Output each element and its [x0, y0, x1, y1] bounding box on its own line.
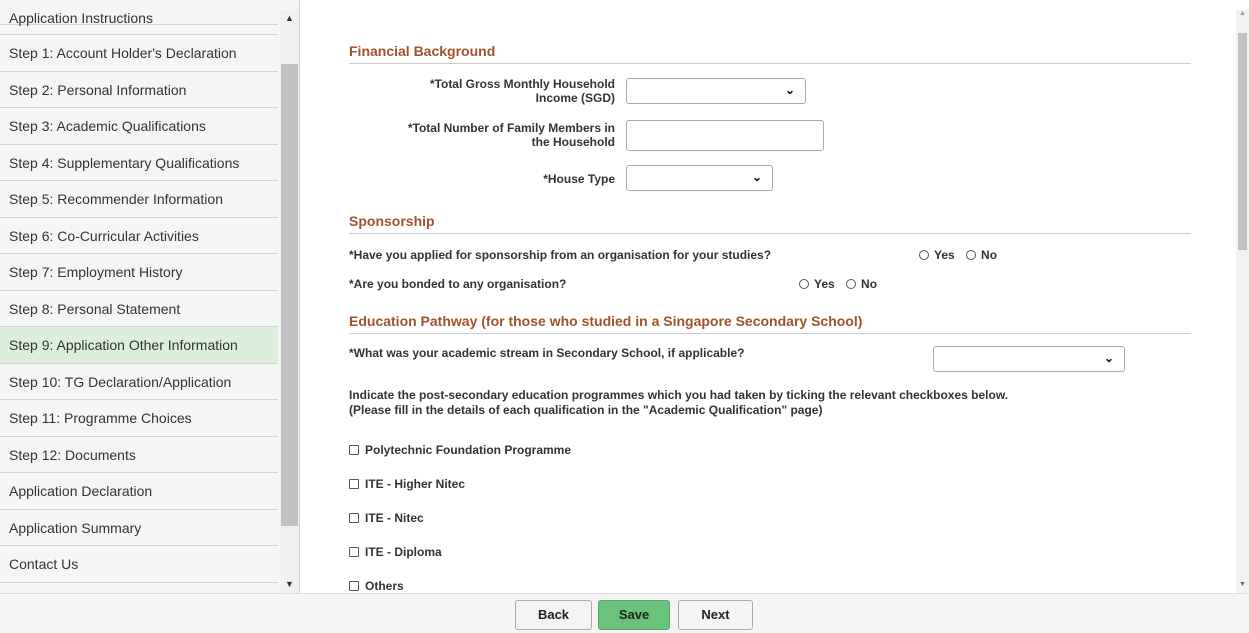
- chevron-down-icon: ⌄: [751, 170, 762, 184]
- bonded-no-radio[interactable]: [846, 279, 857, 289]
- family-members-label: *Total Number of Family Members in the H…: [407, 121, 615, 149]
- house-type-label: *House Type: [543, 172, 615, 186]
- next-button[interactable]: Next: [678, 600, 753, 630]
- checkbox[interactable]: [349, 581, 359, 591]
- back-button[interactable]: Back: [515, 600, 592, 630]
- sidebar-item-application-instructions[interactable]: Application Instructions: [0, 11, 278, 25]
- sidebar-item-step-4[interactable]: Step 4: Supplementary Qualifications: [0, 144, 278, 181]
- income-label: *Total Gross Monthly Household Income (S…: [429, 77, 615, 105]
- chevron-down-icon: ⌄: [784, 83, 795, 97]
- sidebar: Application Instructions Step 1: Account…: [0, 0, 300, 593]
- sidebar-item-step-11[interactable]: Step 11: Programme Choices: [0, 400, 278, 437]
- main-scrollbar[interactable]: ▲ ▼: [1236, 10, 1249, 593]
- checkbox[interactable]: [349, 547, 359, 557]
- checkbox[interactable]: [349, 479, 359, 489]
- application-window: Application Instructions Step 1: Account…: [0, 0, 1249, 633]
- chevron-down-icon: ⌄: [1103, 351, 1114, 365]
- main-form: Financial Background *Total Gross Monthl…: [301, 0, 1236, 593]
- sidebar-item-step-10[interactable]: Step 10: TG Declaration/Application: [0, 363, 278, 400]
- section-title-financial-background: Financial Background: [349, 43, 1191, 64]
- sponsorship-radio-group: Yes No: [919, 248, 1005, 262]
- scroll-up-arrow-icon[interactable]: ▲: [1236, 10, 1249, 22]
- option-ite-nitec[interactable]: ITE - Nitec: [349, 511, 424, 525]
- main-scroll-thumb[interactable]: [1238, 33, 1247, 250]
- sidebar-item-step-9[interactable]: Step 9: Application Other Information: [0, 327, 278, 364]
- option-label: ITE - Nitec: [365, 511, 424, 525]
- save-button[interactable]: Save: [598, 600, 670, 630]
- section-title-sponsorship: Sponsorship: [349, 213, 1191, 234]
- checkbox[interactable]: [349, 513, 359, 523]
- sidebar-item-application-declaration[interactable]: Application Declaration: [0, 473, 278, 510]
- sidebar-item-step-6[interactable]: Step 6: Co-Curricular Activities: [0, 217, 278, 254]
- programmes-instructions: Indicate the post-secondary education pr…: [349, 388, 1009, 417]
- sidebar-item-step-5[interactable]: Step 5: Recommender Information: [0, 181, 278, 218]
- section-title-education-pathway: Education Pathway (for those who studied…: [349, 313, 1191, 334]
- sidebar-item-step-3[interactable]: Step 3: Academic Qualifications: [0, 108, 278, 145]
- scroll-down-arrow-icon[interactable]: ▼: [280, 575, 299, 593]
- option-label: ITE - Higher Nitec: [365, 477, 466, 491]
- footer-toolbar: Back Save Next: [0, 593, 1249, 633]
- sponsorship-no-radio[interactable]: [966, 250, 977, 260]
- sidebar-scroll-thumb[interactable]: [281, 64, 298, 526]
- option-ite-diploma[interactable]: ITE - Diploma: [349, 545, 442, 559]
- family-members-input[interactable]: [626, 120, 824, 151]
- sponsorship-question: *Have you applied for sponsorship from a…: [349, 248, 772, 262]
- sponsorship-yes-radio[interactable]: [919, 250, 929, 260]
- option-label: ITE - Diploma: [365, 545, 442, 559]
- sidebar-item-application-summary[interactable]: Application Summary: [0, 509, 278, 546]
- sidebar-item-step-7[interactable]: Step 7: Employment History: [0, 254, 278, 291]
- option-ite-higher-nitec[interactable]: ITE - Higher Nitec: [349, 477, 465, 491]
- scroll-up-arrow-icon[interactable]: ▲: [280, 10, 299, 26]
- sidebar-nav-list: Application Instructions Step 1: Account…: [0, 0, 278, 593]
- sponsorship-yes-label[interactable]: Yes: [934, 248, 955, 262]
- bonded-radio-group: Yes No: [799, 277, 885, 291]
- house-type-select[interactable]: ⌄: [626, 165, 773, 191]
- option-others[interactable]: Others: [349, 579, 404, 593]
- income-select[interactable]: ⌄: [626, 78, 806, 104]
- academic-stream-select[interactable]: ⌄: [933, 346, 1125, 372]
- sidebar-item-contact-us[interactable]: Contact Us: [0, 546, 278, 583]
- option-label: Others: [365, 579, 404, 593]
- sidebar-scrollbar[interactable]: ▲ ▼: [280, 10, 299, 593]
- sidebar-item-step-2[interactable]: Step 2: Personal Information: [0, 71, 278, 108]
- option-label: Polytechnic Foundation Programme: [365, 443, 572, 457]
- sidebar-item-step-12[interactable]: Step 12: Documents: [0, 436, 278, 473]
- sidebar-divider: [0, 25, 278, 35]
- scroll-down-arrow-icon[interactable]: ▼: [1236, 581, 1249, 593]
- sidebar-item-step-8[interactable]: Step 8: Personal Statement: [0, 290, 278, 327]
- academic-stream-label: *What was your academic stream in Second…: [349, 346, 745, 360]
- sidebar-item-step-1[interactable]: Step 1: Account Holder's Declaration: [0, 35, 278, 72]
- bonded-question: *Are you bonded to any organisation?: [349, 277, 567, 291]
- bonded-yes-label[interactable]: Yes: [814, 277, 835, 291]
- bonded-no-label[interactable]: No: [861, 277, 877, 291]
- sponsorship-no-label[interactable]: No: [981, 248, 997, 262]
- option-polytechnic-foundation[interactable]: Polytechnic Foundation Programme: [349, 443, 571, 457]
- checkbox[interactable]: [349, 445, 359, 455]
- bonded-yes-radio[interactable]: [799, 279, 809, 289]
